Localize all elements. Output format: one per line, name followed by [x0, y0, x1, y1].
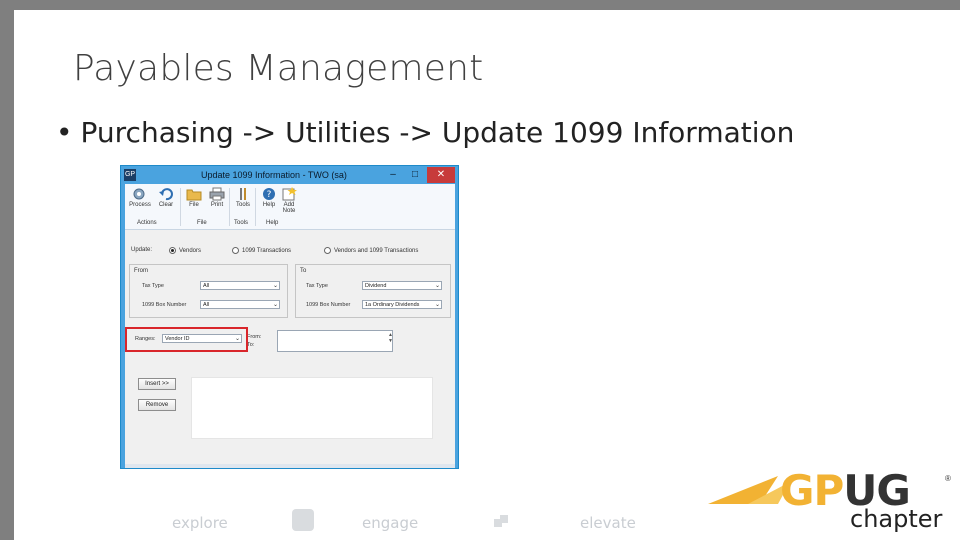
footer-explore: explore	[172, 514, 228, 532]
print-button[interactable]: Print	[205, 187, 229, 208]
process-label: Process	[129, 202, 151, 208]
ranges-highlight-box	[125, 327, 248, 352]
footer-elevate: elevate	[580, 514, 636, 532]
help-icon: ?	[261, 187, 277, 201]
remove-button[interactable]: Remove	[138, 399, 176, 411]
clear-button[interactable]: Clear	[154, 187, 178, 208]
slide-frame-top	[0, 0, 960, 10]
logo-chapter: chapter	[850, 505, 943, 533]
chevron-down-icon: ⌄	[272, 302, 278, 308]
from-tax-type-label: Tax Type	[142, 283, 164, 289]
svg-text:?: ?	[267, 190, 272, 200]
to-box-dropdown[interactable]: 1a Ordinary Dividends ⌄	[362, 300, 442, 309]
chevron-down-icon: ⌄	[272, 283, 278, 289]
to-tax-type-dropdown[interactable]: Dividend ⌄	[362, 281, 442, 290]
lookup-icons[interactable]: ▲ ▼	[388, 332, 393, 344]
process-gear-icon	[132, 187, 148, 201]
radio-vendors-label: Vendors	[179, 247, 202, 254]
range-from-label: From:	[247, 334, 262, 340]
window-titlebar[interactable]: GP Update 1099 Information - TWO (sa) – …	[121, 166, 458, 184]
clear-undo-icon	[158, 187, 174, 201]
logo-registered: ®	[945, 474, 951, 483]
from-tax-type-dropdown[interactable]: All ⌄	[200, 281, 280, 290]
insert-button[interactable]: Insert >>	[138, 378, 176, 390]
print-label: Print	[210, 202, 224, 208]
printer-icon	[209, 187, 225, 201]
to-box-label: 1099 Box Number	[306, 302, 351, 308]
chevron-down-icon: ⌄	[434, 283, 440, 289]
slide-bullet: • Purchasing -> Utilities -> Update 1099 …	[56, 116, 794, 149]
add-note-button[interactable]: Add Note	[277, 187, 301, 214]
tools-button[interactable]: Tools	[231, 187, 255, 208]
from-tax-type-value: All	[203, 283, 210, 289]
radio-circle-selected	[169, 247, 176, 254]
radio-vendors[interactable]: Vendors	[169, 247, 201, 254]
radio-circle	[324, 247, 331, 254]
ribbon: Process Clear File Print Tools ? Help Ad…	[125, 184, 455, 230]
minimize-button[interactable]: –	[383, 167, 403, 183]
to-box-value: 1a Ordinary Dividends	[365, 302, 420, 308]
ribbon-separator	[180, 188, 181, 226]
process-button[interactable]: Process	[128, 187, 152, 208]
bullet-text: Purchasing -> Utilities -> Update 1099 I…	[80, 116, 795, 149]
ribbon-group-help: Help	[266, 220, 279, 226]
note-icon	[281, 187, 297, 201]
from-box-label: 1099 Box Number	[142, 302, 187, 308]
radio-1099-transactions[interactable]: 1099 Transactions	[232, 247, 291, 254]
tools-icon	[235, 187, 251, 201]
ribbon-separator	[229, 188, 230, 226]
radio-vendors-and-transactions[interactable]: Vendors and 1099 Transactions	[324, 247, 418, 254]
chevron-down-icon: ⌄	[434, 302, 440, 308]
logo-gp: GP	[780, 466, 844, 515]
maximize-button[interactable]: □	[405, 167, 425, 183]
slide-title: Payables Management	[73, 48, 484, 89]
update-1099-window: GP Update 1099 Information - TWO (sa) – …	[120, 165, 459, 469]
window-title: Update 1099 Information - TWO (sa)	[201, 170, 347, 180]
from-box-dropdown[interactable]: All ⌄	[200, 300, 280, 309]
ribbon-separator	[255, 188, 256, 226]
bullet-dot: •	[56, 116, 73, 149]
add-note-label: Add Note	[282, 202, 296, 214]
close-button[interactable]: ✕	[427, 167, 455, 183]
to-tax-type-label: Tax Type	[306, 283, 328, 289]
folder-icon	[186, 187, 202, 201]
to-group-label: To	[300, 268, 307, 274]
ribbon-group-actions: Actions	[137, 220, 157, 226]
window-status-strip	[125, 464, 455, 468]
slide-frame-left	[0, 0, 14, 540]
puzzle-icon	[492, 513, 512, 531]
to-tax-type-value: Dividend	[365, 283, 387, 289]
from-box-value: All	[203, 302, 210, 308]
to-group: To Tax Type Dividend ⌄ 1099 Box Number 1…	[295, 264, 451, 318]
gear-icon	[292, 509, 314, 531]
radio-1099-label: 1099 Transactions	[242, 247, 292, 254]
clear-label: Clear	[158, 202, 174, 208]
from-group: From Tax Type All ⌄ 1099 Box Number All …	[129, 264, 288, 318]
range-values-field[interactable]	[277, 330, 393, 352]
ribbon-group-tools: Tools	[234, 220, 249, 226]
file-label: File	[189, 202, 199, 208]
update-label: Update:	[131, 247, 153, 253]
footer-engage: engage	[362, 514, 419, 532]
radio-both-label: Vendors and 1099 Transactions	[334, 247, 419, 254]
tools-label: Tools	[235, 202, 250, 208]
radio-circle	[232, 247, 239, 254]
help-label: Help	[262, 202, 276, 208]
range-to-label: To:	[247, 342, 255, 348]
ribbon-group-file: File	[197, 220, 207, 226]
from-group-label: From	[134, 268, 148, 274]
restrictions-list[interactable]	[191, 377, 433, 439]
app-icon: GP	[124, 169, 136, 181]
update-options-row: Update: Vendors 1099 Transactions Vendor…	[129, 244, 451, 260]
file-button[interactable]: File	[182, 187, 206, 208]
